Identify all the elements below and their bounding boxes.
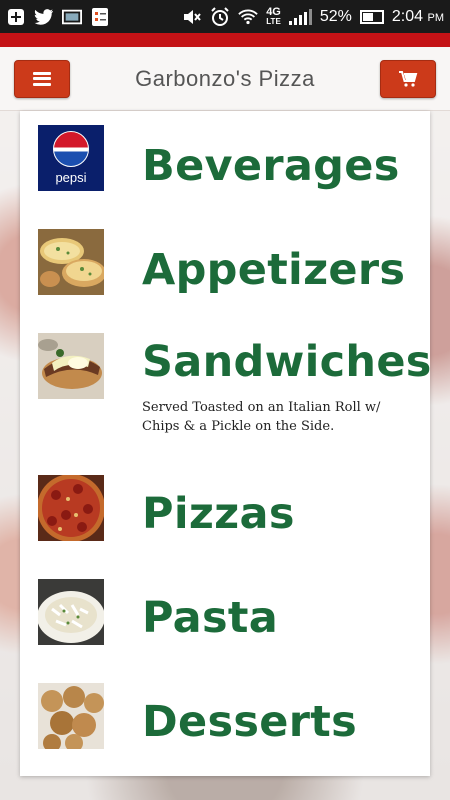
menu-item-beverages[interactable]: pepsi Beverages [20, 111, 430, 215]
checklist-icon [90, 7, 110, 26]
menu-item-pizzas[interactable]: Pizzas [20, 467, 430, 571]
network-label: 4G [266, 5, 281, 18]
signal-icon [288, 8, 312, 25]
cart-button[interactable] [380, 59, 436, 98]
menu-item-label: Beverages [142, 141, 400, 191]
dessert-rolls-image [38, 683, 104, 749]
wifi-icon [238, 8, 258, 26]
pizza-image [38, 475, 104, 541]
menu-item-label: Pasta [142, 593, 279, 643]
add-icon [6, 8, 26, 26]
menu-item-label: Sandwiches [142, 337, 432, 387]
network-type: 4G LTE [266, 5, 281, 27]
status-bar: 4G LTE 52% 2:04 PM [0, 0, 450, 33]
mute-icon [182, 8, 202, 26]
menu-item-label: Desserts [142, 697, 357, 747]
menu-item-label: Pizzas [142, 489, 295, 539]
garlic-bread-image [38, 229, 104, 295]
image-icon [62, 8, 82, 26]
menu-item-label: Appetizers [142, 245, 406, 295]
sandwich-image [38, 333, 104, 399]
battery-icon [359, 9, 384, 24]
battery-percent: 52% [319, 7, 352, 25]
menu-item-appetizers[interactable]: Appetizers [20, 215, 430, 319]
menu-item-pasta[interactable]: Pasta [20, 571, 430, 675]
accent-strip [0, 33, 450, 47]
pepsi-logo-image: pepsi [38, 125, 104, 191]
clock-ampm: PM [427, 11, 445, 24]
pasta-image [38, 579, 104, 645]
clock-time: 2:04 [391, 7, 424, 25]
menu-button[interactable] [14, 59, 70, 98]
network-sub-label: LTE [266, 16, 281, 26]
hamburger-icon [33, 71, 51, 86]
cart-icon [399, 70, 418, 87]
twitter-icon [34, 8, 54, 26]
menu-list: pepsi Beverages Appetizers Sandwiches Se… [20, 111, 432, 776]
alarm-icon [210, 6, 230, 26]
menu-item-description: Served Toasted on an Italian Roll w/ Chi… [142, 400, 381, 434]
page-title: Garbonzo's Pizza [135, 65, 315, 91]
pepsi-logo-text: pepsi [55, 170, 87, 185]
menu-item-sandwiches[interactable]: Sandwiches Served Toasted on an Italian … [20, 319, 432, 467]
clock: 2:04 PM [392, 8, 444, 26]
app-header: Garbonzo's Pizza [0, 47, 450, 111]
menu-item-desserts[interactable]: Desserts [20, 675, 430, 776]
